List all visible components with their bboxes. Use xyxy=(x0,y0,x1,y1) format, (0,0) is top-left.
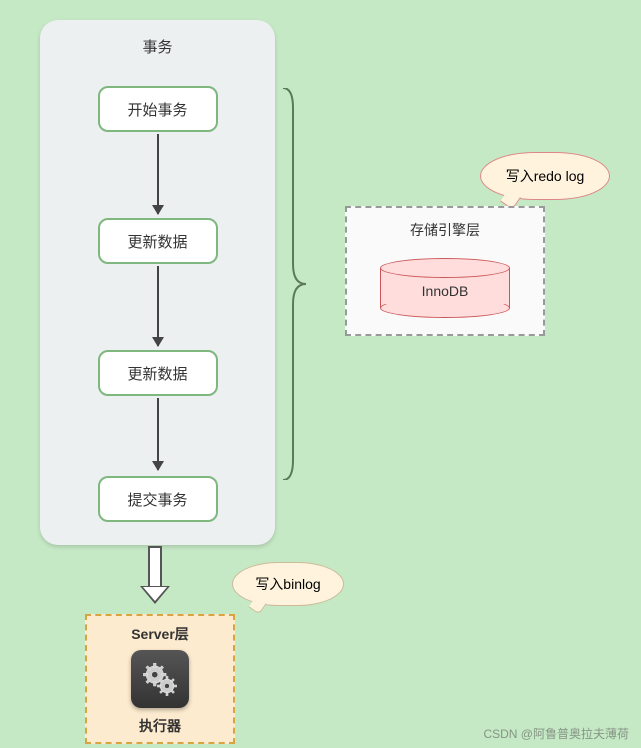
watermark: CSDN @阿鲁普奥拉夫薄荷 xyxy=(483,725,629,742)
executor-label: 执行器 xyxy=(139,716,181,736)
callout-redo-text: 写入redo log xyxy=(506,166,585,186)
transaction-container: 事务 开始事务 更新数据 更新数据 提交事务 xyxy=(40,20,275,545)
arrow-icon xyxy=(157,266,159,346)
storage-title: 存储引擎层 xyxy=(410,220,480,240)
step-update-data-1: 更新数据 xyxy=(98,218,218,264)
server-title: Server层 xyxy=(131,624,189,644)
brace-icon xyxy=(278,88,308,480)
step-update-data-2: 更新数据 xyxy=(98,350,218,396)
transaction-title: 事务 xyxy=(142,36,172,57)
database-cylinder-icon: InnoDB xyxy=(380,258,510,318)
callout-binlog: 写入binlog xyxy=(232,562,344,606)
server-layer: Server层 xyxy=(85,614,235,744)
engine-label: InnoDB xyxy=(422,283,469,299)
gear-icon xyxy=(131,650,189,708)
arrow-icon xyxy=(157,398,159,470)
step-commit-transaction: 提交事务 xyxy=(98,476,218,522)
storage-engine-layer: 存储引擎层 InnoDB xyxy=(345,206,545,336)
arrow-icon xyxy=(157,134,159,214)
callout-redo-log: 写入redo log xyxy=(480,152,610,200)
callout-binlog-text: 写入binlog xyxy=(255,574,320,594)
step-begin-transaction: 开始事务 xyxy=(98,86,218,132)
